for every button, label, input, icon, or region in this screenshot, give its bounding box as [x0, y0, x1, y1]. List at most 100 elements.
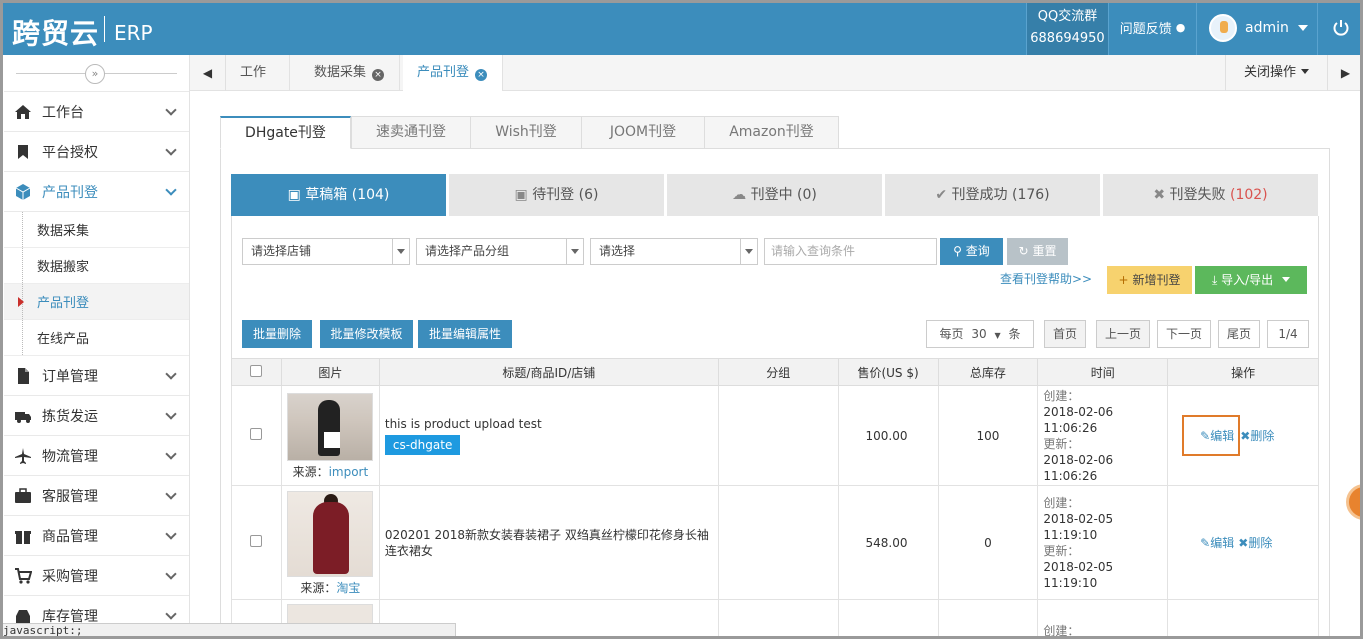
- sidebar-item-logistics[interactable]: 物流管理: [4, 436, 189, 476]
- tab-scroll-right-button[interactable]: ▶: [1327, 55, 1363, 91]
- chevron-down-icon: [1282, 277, 1290, 282]
- sidebar-item-picking[interactable]: 拣货发运: [4, 396, 189, 436]
- bulk-delete-button[interactable]: 批量删除: [242, 320, 312, 348]
- reset-button[interactable]: ↻ 重置: [1007, 238, 1068, 265]
- tab-data-collect[interactable]: 数据采集 ×: [300, 55, 400, 91]
- tab-product-listing[interactable]: 产品刊登 ×: [403, 55, 503, 91]
- select-all-checkbox[interactable]: [250, 364, 263, 377]
- listing-help-link[interactable]: 查看刊登帮助>>: [1000, 270, 1092, 287]
- delete-button[interactable]: ✖删除: [1240, 429, 1274, 443]
- created-label: 创建：: [1043, 388, 1080, 403]
- sidebar-item-customer-service[interactable]: 客服管理: [4, 476, 189, 516]
- chevron-down-icon: [1297, 24, 1308, 31]
- inbox-icon: ▣: [514, 187, 528, 203]
- time-cell: 创建：: [1037, 599, 1169, 639]
- status-tab-success[interactable]: ✔ 刊登成功 (176): [885, 174, 1100, 216]
- qq-group-label: QQ交流群: [1037, 8, 1098, 24]
- product-title[interactable]: 020201 2018新款女装春装裙子 双绉真丝柠檬印花修身长袖连衣裙女: [385, 527, 710, 559]
- page-size-select[interactable]: 每页 30 ▼ 条: [926, 320, 1034, 348]
- sidebar-item-product-listing[interactable]: 产品刊登: [4, 172, 189, 212]
- status-tab-count: (102): [1229, 187, 1268, 203]
- source-link[interactable]: import: [329, 465, 369, 479]
- source-label: 来源：: [300, 580, 337, 595]
- platform-tab-aliexpress[interactable]: 速卖通刊登: [351, 116, 471, 149]
- sidebar-item-orders[interactable]: 订单管理: [4, 356, 189, 396]
- updated-time: 2018-02-06 11:06:26: [1043, 452, 1114, 483]
- platform-tab-dhgate[interactable]: DHgate刊登: [220, 116, 351, 149]
- close-ops-label: 关闭操作: [1243, 65, 1296, 80]
- product-title[interactable]: this is product upload test: [385, 417, 718, 431]
- sidebar-item-goods[interactable]: 商品管理: [4, 516, 189, 556]
- status-tab-failed[interactable]: ✖ 刊登失败 (102): [1103, 174, 1318, 216]
- created-label: 创建：: [1043, 624, 1080, 638]
- status-tab-count: (0): [797, 187, 817, 203]
- edit-label: 编辑: [1210, 429, 1235, 443]
- group-cell: [717, 485, 839, 600]
- price-cell: 100.00: [837, 385, 939, 486]
- sidebar-item-platform-auth[interactable]: 平台授权: [4, 132, 189, 172]
- power-button[interactable]: [1317, 0, 1363, 55]
- tab-scroll-left-button[interactable]: ◀: [190, 55, 226, 91]
- product-thumbnail[interactable]: [287, 490, 374, 577]
- next-page-button[interactable]: 下一页: [1157, 320, 1211, 348]
- times-circle-icon: ✖: [1153, 187, 1166, 203]
- platform-tab-joom[interactable]: JOOM刊登: [581, 116, 705, 149]
- status-tab-in-progress[interactable]: ☁ 刊登中 (0): [667, 174, 882, 216]
- per-page-value: 30: [971, 327, 987, 341]
- chevron-down-icon: [165, 184, 177, 196]
- close-operations-dropdown[interactable]: 关闭操作: [1225, 55, 1327, 91]
- sidebar-item-purchase[interactable]: 采购管理: [4, 556, 189, 596]
- add-listing-button[interactable]: + 新增刊登: [1107, 266, 1192, 294]
- platform-tab-amazon[interactable]: Amazon刊登: [704, 116, 839, 149]
- qq-group[interactable]: QQ交流群 688694950: [1026, 0, 1108, 55]
- product-group-select[interactable]: 请选择产品分组: [416, 238, 584, 265]
- bulk-modify-template-button[interactable]: 批量修改模板: [320, 320, 413, 348]
- row-checkbox[interactable]: [250, 428, 263, 440]
- import-export-button[interactable]: ⤓ 导入/导出: [1195, 266, 1307, 294]
- sidebar-subitem-data-move[interactable]: 数据搬家: [4, 248, 189, 284]
- sidebar-item-workbench[interactable]: 工作台: [4, 92, 189, 132]
- product-thumbnail[interactable]: [287, 392, 374, 461]
- status-tab-draft[interactable]: ▣ 草稿箱 (104): [231, 174, 446, 216]
- refresh-icon: ↻: [1018, 244, 1029, 258]
- first-page-button[interactable]: 首页: [1044, 320, 1086, 348]
- platform-tab-wish[interactable]: Wish刊登: [470, 116, 582, 149]
- tab-label: 数据采集: [314, 65, 367, 80]
- search-icon: ⚲: [953, 244, 962, 258]
- tab-workbench[interactable]: 工作台: [226, 55, 290, 116]
- sidebar-subitem-data-collect[interactable]: 数据采集: [4, 212, 189, 248]
- cube-icon: [15, 183, 31, 200]
- row-checkbox-cell: [231, 485, 282, 600]
- close-icon[interactable]: ×: [372, 69, 385, 81]
- user-menu[interactable]: admin: [1196, 0, 1317, 55]
- sidebar-subitem-online-products[interactable]: 在线产品: [4, 320, 189, 356]
- feedback-button[interactable]: 问题反馈 ●: [1108, 0, 1196, 55]
- edit-button[interactable]: ✎编辑: [1182, 415, 1241, 456]
- chevron-down-icon: [165, 608, 177, 620]
- column-header: 操作: [1167, 358, 1319, 386]
- field-select[interactable]: 请选择: [590, 238, 758, 265]
- status-tab-pending[interactable]: ▣ 待刊登 (6): [449, 174, 664, 216]
- download-icon: ⤓: [1211, 273, 1218, 287]
- search-button[interactable]: ⚲ 查询: [940, 238, 1003, 265]
- query-input[interactable]: 请输入查询条件: [764, 238, 937, 265]
- edit-button[interactable]: ✎编辑: [1200, 536, 1234, 550]
- edit-label: 编辑: [1210, 536, 1235, 550]
- edit-icon: ✎: [1200, 429, 1211, 443]
- delete-button[interactable]: ✖删除: [1238, 536, 1272, 550]
- last-page-button[interactable]: 尾页: [1218, 320, 1260, 348]
- chevron-down-icon: [165, 104, 177, 116]
- row-checkbox[interactable]: [250, 535, 263, 547]
- store-select[interactable]: 请选择店铺: [242, 238, 410, 265]
- main-content: DHgate刊登 速卖通刊登 Wish刊登 JOOM刊登 Amazon刊登 ▣ …: [190, 91, 1363, 639]
- price-cell: [837, 599, 939, 639]
- close-icon[interactable]: ×: [475, 69, 488, 81]
- bulk-edit-attributes-button[interactable]: 批量编辑属性: [418, 320, 512, 348]
- per-page-label: 每页: [939, 327, 964, 341]
- group-cell: [717, 599, 839, 639]
- sidebar-collapse-button[interactable]: »: [85, 64, 105, 84]
- source-link[interactable]: 淘宝: [336, 581, 360, 595]
- logo[interactable]: 跨贸云: [12, 12, 99, 52]
- sidebar-subitem-product-listing[interactable]: 产品刊登: [4, 284, 189, 320]
- prev-page-button[interactable]: 上一页: [1096, 320, 1150, 348]
